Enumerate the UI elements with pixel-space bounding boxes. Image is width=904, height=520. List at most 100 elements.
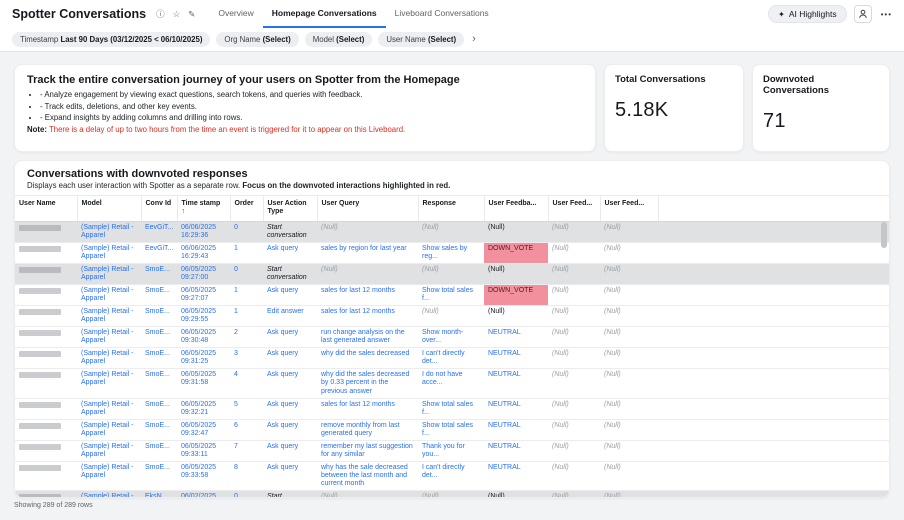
cell-user-feedback[interactable]: NEUTRAL <box>484 440 548 461</box>
column-header-order[interactable]: Order <box>230 196 263 222</box>
column-header-time-stamp[interactable]: Time stamp ↑ <box>177 196 230 222</box>
cell-filler[interactable] <box>658 491 889 498</box>
table-row[interactable]: (Sample) Retail - ApparelSmoE...06/05/20… <box>15 369 889 398</box>
cell-user-feedback-3[interactable]: (Null) <box>600 242 658 263</box>
cell-conv-id[interactable]: SmoE... <box>141 348 177 369</box>
cell-user-feedback[interactable]: NEUTRAL <box>484 398 548 419</box>
cell-response[interactable]: (Null) <box>418 491 484 498</box>
column-header-model[interactable]: Model <box>77 196 141 222</box>
cell-user-name[interactable] <box>15 242 77 263</box>
cell-user-feedback-2[interactable]: (Null) <box>548 221 600 242</box>
cell-user-feedback-3[interactable]: (Null) <box>600 285 658 306</box>
table-row[interactable]: (Sample) Retail - ApparelSmoE...06/05/20… <box>15 440 889 461</box>
cell-user-query[interactable]: why has the sale decreased between the l… <box>317 461 418 490</box>
more-options-button[interactable]: ••• <box>879 10 894 19</box>
cell-user-feedback-2[interactable]: (Null) <box>548 327 600 348</box>
cell-response[interactable]: Show total sales f... <box>418 285 484 306</box>
cell-conv-id[interactable]: SmoE... <box>141 440 177 461</box>
cell-user-feedback[interactable]: NEUTRAL <box>484 419 548 440</box>
cell-user-name[interactable] <box>15 461 77 490</box>
cell-response[interactable]: Show sales by reg... <box>418 242 484 263</box>
cell-response[interactable]: Show total sales f... <box>418 398 484 419</box>
cell-user-name[interactable] <box>15 398 77 419</box>
cell-timestamp[interactable]: 06/05/202509:27:00 <box>177 263 230 284</box>
cell-model[interactable]: (Sample) Retail - Apparel <box>77 327 141 348</box>
cell-user-name[interactable] <box>15 327 77 348</box>
cell-model[interactable]: (Sample) Retail - Apparel <box>77 440 141 461</box>
cell-user-query[interactable]: why did the sales decreased <box>317 348 418 369</box>
cell-filler[interactable] <box>658 461 889 490</box>
cell-user-query[interactable]: sales for last 12 months <box>317 306 418 327</box>
cell-order[interactable]: 1 <box>230 242 263 263</box>
cell-conv-id[interactable]: SmoE... <box>141 369 177 398</box>
cell-timestamp[interactable]: 06/05/202509:30:48 <box>177 327 230 348</box>
table-row[interactable]: (Sample) Retail - ApparelSmoE...06/05/20… <box>15 461 889 490</box>
cell-user-name[interactable] <box>15 263 77 284</box>
vertical-scrollbar[interactable] <box>881 220 887 493</box>
cell-user-action-type[interactable]: Ask query <box>263 440 317 461</box>
cell-conv-id[interactable]: EevGiT... <box>141 221 177 242</box>
cell-user-action-type[interactable]: Ask query <box>263 348 317 369</box>
cell-user-feedback[interactable]: NEUTRAL <box>484 461 548 490</box>
cell-user-feedback-3[interactable]: (Null) <box>600 327 658 348</box>
cell-user-action-type[interactable]: Start conversation <box>263 263 317 284</box>
cell-conv-id[interactable]: SmoE... <box>141 285 177 306</box>
cell-order[interactable]: 1 <box>230 285 263 306</box>
cell-user-query[interactable]: (Null) <box>317 221 418 242</box>
cell-response[interactable]: (Null) <box>418 263 484 284</box>
cell-response[interactable]: I can't directly det... <box>418 461 484 490</box>
cell-conv-id[interactable]: SmoE... <box>141 398 177 419</box>
ai-highlights-button[interactable]: ✦ AI Highlights <box>768 5 846 23</box>
info-icon[interactable]: ⓘ <box>156 8 165 20</box>
table-row[interactable]: (Sample) Retail - ApparelSmoE...06/05/20… <box>15 263 889 284</box>
cell-response[interactable]: Show total sales f... <box>418 419 484 440</box>
cell-user-query[interactable]: (Null) <box>317 491 418 498</box>
cell-user-feedback-2[interactable]: (Null) <box>548 263 600 284</box>
cell-user-feedback[interactable]: (Null) <box>484 221 548 242</box>
cell-user-feedback-2[interactable]: (Null) <box>548 369 600 398</box>
cell-user-name[interactable] <box>15 440 77 461</box>
cell-model[interactable]: (Sample) Retail - Apparel <box>77 348 141 369</box>
cell-user-feedback-3[interactable]: (Null) <box>600 263 658 284</box>
table-row[interactable]: (Sample) Retail - ApparelSmoE...06/05/20… <box>15 398 889 419</box>
cell-timestamp[interactable]: 06/05/202509:27:07 <box>177 285 230 306</box>
cell-order[interactable]: 5 <box>230 398 263 419</box>
cell-order[interactable]: 0 <box>230 263 263 284</box>
cell-model[interactable]: (Sample) Retail - Apparel <box>77 221 141 242</box>
cell-timestamp[interactable]: 06/05/202509:29:55 <box>177 306 230 327</box>
cell-user-name[interactable] <box>15 285 77 306</box>
cell-timestamp[interactable]: 06/05/202509:32:21 <box>177 398 230 419</box>
table-row[interactable]: (Sample) Retail - ApparelSmoE...06/05/20… <box>15 285 889 306</box>
cell-timestamp[interactable]: 06/05/202509:31:25 <box>177 348 230 369</box>
cell-response[interactable]: (Null) <box>418 221 484 242</box>
column-header-user-feed[interactable]: User Feed... <box>548 196 600 222</box>
cell-user-name[interactable] <box>15 221 77 242</box>
cell-model[interactable]: (Sample) Retail - Apparel <box>77 285 141 306</box>
cell-user-query[interactable]: sales for last 12 months <box>317 398 418 419</box>
table-row[interactable]: (Sample) Retail - ApparelSmoE...06/05/20… <box>15 327 889 348</box>
cell-user-feedback-2[interactable]: (Null) <box>548 242 600 263</box>
cell-filler[interactable] <box>658 327 889 348</box>
cell-order[interactable]: 1 <box>230 306 263 327</box>
chevron-right-icon[interactable]: › <box>470 34 478 45</box>
table-row[interactable]: (Sample) Retail - ApparelSmoE...06/05/20… <box>15 306 889 327</box>
cell-filler[interactable] <box>658 440 889 461</box>
cell-user-query[interactable]: remember my last suggestion for any simi… <box>317 440 418 461</box>
table-row[interactable]: (Sample) Retail - ApparelEevGiT...06/06/… <box>15 221 889 242</box>
cell-filler[interactable] <box>658 398 889 419</box>
column-header-conv-id[interactable]: Conv Id <box>141 196 177 222</box>
scrollbar-thumb[interactable] <box>881 222 887 248</box>
table-row[interactable]: (Sample) Retail - ApparelSmoE...06/05/20… <box>15 348 889 369</box>
cell-order[interactable]: 7 <box>230 440 263 461</box>
cell-user-action-type[interactable]: Edit answer <box>263 306 317 327</box>
cell-user-feedback[interactable]: (Null) <box>484 263 548 284</box>
column-header-response[interactable]: Response <box>418 196 484 222</box>
cell-user-feedback-2[interactable]: (Null) <box>548 491 600 498</box>
cell-user-name[interactable] <box>15 491 77 498</box>
cell-user-feedback[interactable]: (Null) <box>484 491 548 498</box>
cell-user-feedback-2[interactable]: (Null) <box>548 285 600 306</box>
cell-user-feedback[interactable]: NEUTRAL <box>484 369 548 398</box>
cell-filler[interactable] <box>658 419 889 440</box>
cell-user-action-type[interactable]: Ask query <box>263 461 317 490</box>
cell-timestamp[interactable]: 06/05/202509:33:58 <box>177 461 230 490</box>
